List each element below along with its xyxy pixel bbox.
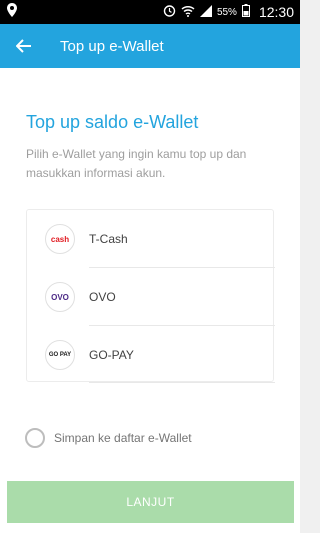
location-icon bbox=[6, 2, 18, 22]
arrow-left-icon bbox=[16, 39, 31, 53]
save-wallet-label: Simpan ke daftar e-Wallet bbox=[54, 431, 192, 445]
main-content: Top up saldo e-Wallet Pilih e-Wallet yan… bbox=[0, 68, 300, 533]
back-button[interactable] bbox=[2, 24, 46, 68]
clock: 12:30 bbox=[258, 4, 294, 20]
alarm-icon bbox=[163, 4, 176, 20]
continue-button[interactable]: LANJUT bbox=[7, 481, 294, 523]
save-wallet-option[interactable]: Simpan ke daftar e-Wallet bbox=[25, 428, 192, 448]
wallet-name: OVO bbox=[89, 290, 116, 304]
wallet-item-gopay[interactable]: GO PAY GO-PAY bbox=[27, 326, 275, 384]
wallet-name: T-Cash bbox=[89, 232, 128, 246]
battery-icon bbox=[241, 4, 250, 20]
section-description: Pilih e-Wallet yang ingin kamu top up da… bbox=[26, 147, 247, 180]
tcash-logo: cash bbox=[45, 224, 75, 254]
save-wallet-radio[interactable] bbox=[25, 428, 45, 448]
battery-percent: 55% bbox=[216, 6, 237, 18]
page-title: Top up e-Wallet bbox=[60, 37, 164, 55]
wifi-icon bbox=[181, 5, 195, 20]
signal-icon bbox=[199, 4, 212, 20]
status-bar: 55% 12:30 bbox=[0, 0, 300, 24]
app-bar: Top up e-Wallet bbox=[0, 24, 300, 68]
wallet-list: cash T-Cash OVO OVO GO PAY GO-PAY bbox=[26, 209, 275, 384]
divider bbox=[89, 382, 275, 383]
ovo-logo: OVO bbox=[45, 282, 75, 312]
section-title: Top up saldo e-Wallet bbox=[26, 112, 199, 132]
wallet-item-tcash[interactable]: cash T-Cash bbox=[27, 210, 275, 268]
continue-button-label: LANJUT bbox=[126, 495, 175, 509]
wallet-name: GO-PAY bbox=[89, 348, 134, 362]
wallet-item-ovo[interactable]: OVO OVO bbox=[27, 268, 275, 326]
gopay-logo: GO PAY bbox=[45, 340, 75, 370]
